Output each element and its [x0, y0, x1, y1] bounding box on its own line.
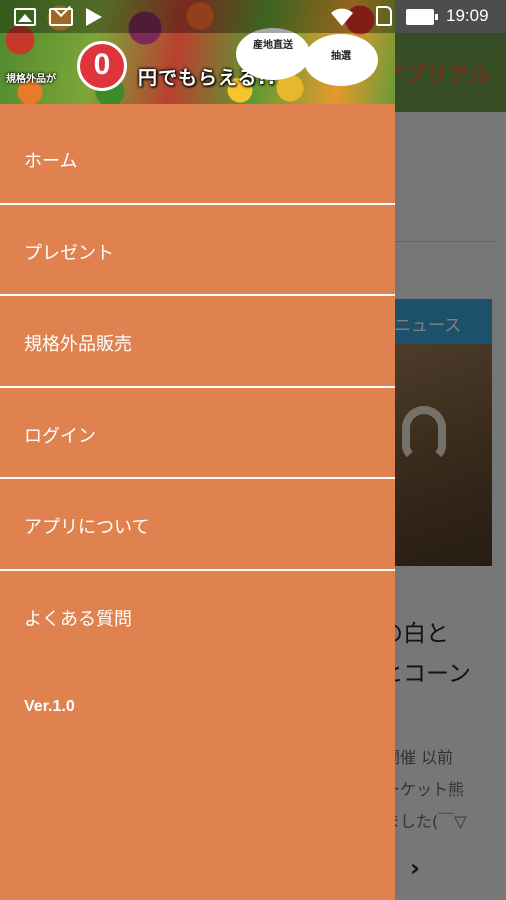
battery-icon — [406, 9, 438, 25]
play-store-icon — [86, 8, 102, 26]
menu-item-label: よくある質問 — [24, 608, 132, 630]
banner-zero-badge: 0 — [77, 41, 127, 91]
gallery-icon — [14, 8, 36, 26]
mail-icon — [49, 8, 73, 26]
banner-promo-text: 規格外品が — [6, 74, 56, 85]
wifi-icon — [331, 8, 353, 26]
version-label: Ver.1.0 — [24, 698, 75, 715]
banner-burst-lottery: 抽選 — [306, 36, 376, 84]
menu-item-label: プレゼント — [24, 242, 114, 264]
menu-item-present[interactable]: プレゼント — [0, 205, 395, 296]
menu-item-faq[interactable]: よくある質問 — [0, 571, 395, 663]
status-bar: 19:09 — [0, 0, 506, 33]
menu-item-label: ホーム — [24, 151, 78, 172]
menu-item-about[interactable]: アプリについて — [0, 479, 395, 571]
menu-item-label: 規格外品販売 — [24, 334, 132, 355]
menu-item-login[interactable]: ログイン — [0, 388, 395, 479]
drawer-menu: ホーム プレゼント 規格外品販売 ログイン アプリについて よくある質問 — [0, 113, 395, 662]
menu-item-outlet-sales[interactable]: 規格外品販売 — [0, 296, 395, 388]
sim-icon — [376, 6, 392, 26]
navigation-drawer: 規格外品が 0 円でもらえる!! 産地直送 抽選 ホーム プレゼント 規格外品販… — [0, 0, 395, 900]
menu-item-label: ログイン — [24, 425, 96, 447]
menu-item-home[interactable]: ホーム — [0, 113, 395, 205]
menu-item-label: アプリについて — [24, 517, 150, 538]
banner-burst-direct: 産地直送 — [238, 30, 308, 78]
clock: 19:09 — [446, 6, 489, 25]
banner-caret — [188, 104, 206, 113]
